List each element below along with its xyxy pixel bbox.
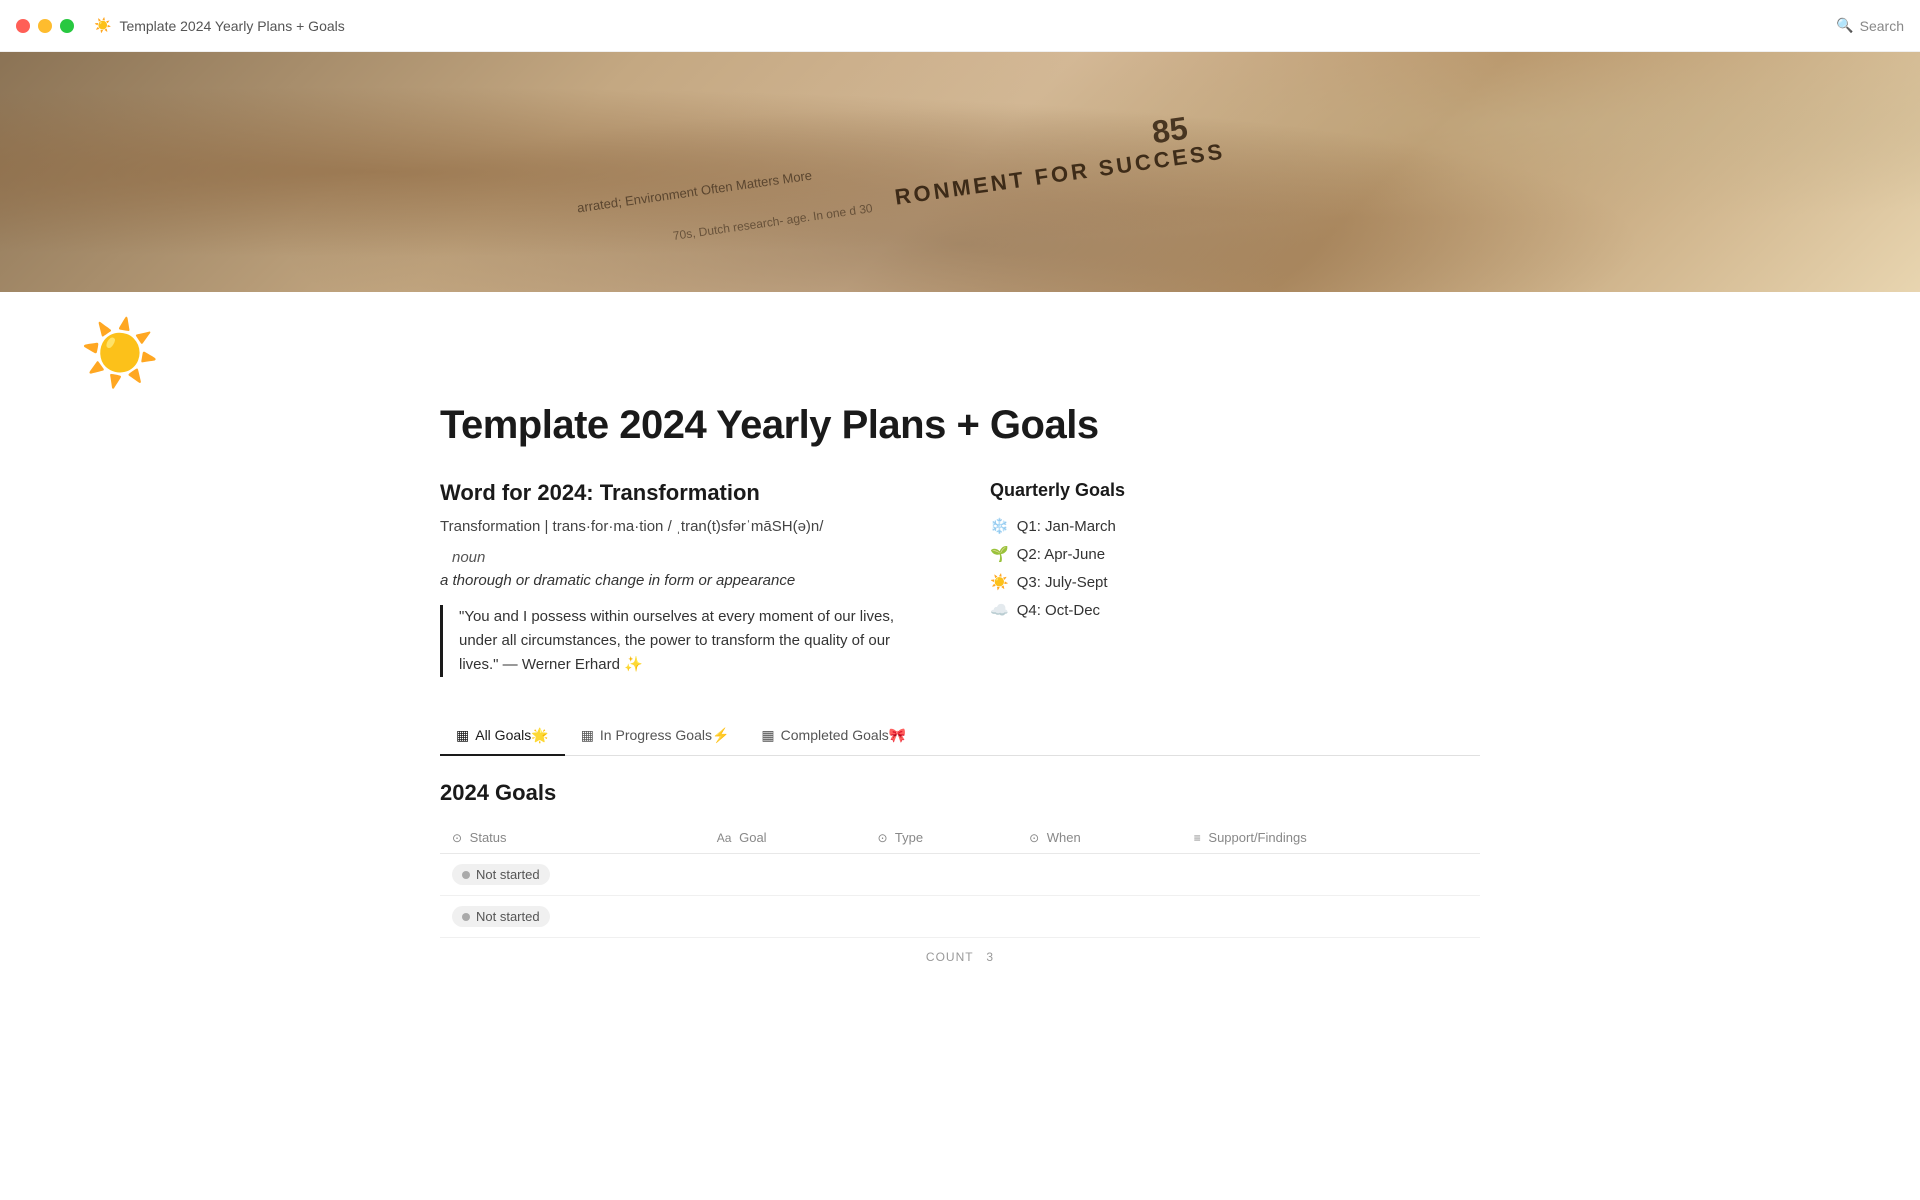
row2-status[interactable]: Not started [440, 896, 705, 938]
tabs-bar: ▦ All Goals🌟 ▦ In Progress Goals⚡ ▦ Comp… [440, 717, 1480, 756]
col-type: ⊙ Type [865, 822, 1017, 854]
quarterly-list: ❄️ Q1: Jan-March 🌱 Q2: Apr-June ☀️ Q3: J… [990, 517, 1480, 619]
table-row: Not started [440, 896, 1480, 938]
row2-when[interactable] [1017, 896, 1182, 938]
quote-block: "You and I possess within ourselves at e… [440, 605, 930, 677]
row1-support[interactable] [1182, 854, 1480, 896]
page-icon-small: ☀️ [94, 17, 111, 34]
tab-all-goals[interactable]: ▦ All Goals🌟 [440, 717, 565, 756]
word-section: Word for 2024: Transformation Transforma… [440, 480, 930, 677]
col-goal: Aa Goal [705, 822, 866, 854]
traffic-lights [16, 19, 74, 33]
word-meaning: a thorough or dramatic change in form or… [440, 572, 930, 589]
col-status: ⊙ Status [440, 822, 705, 854]
goals-section-title: 2024 Goals [440, 780, 1480, 806]
hero-number: 85 [1150, 110, 1190, 152]
status-col-icon: ⊙ [452, 831, 462, 845]
row1-status[interactable]: Not started [440, 854, 705, 896]
maximize-button[interactable] [60, 19, 74, 33]
tab-all-label: All Goals🌟 [475, 727, 548, 744]
search-label: Search [1860, 18, 1904, 34]
tab-all-icon: ▦ [456, 727, 469, 744]
when-col-icon: ⊙ [1029, 831, 1039, 845]
word-definition: Transformation | trans·for·ma·tion / ˌtr… [440, 518, 930, 535]
row2-goal[interactable] [705, 896, 866, 938]
status-badge: Not started [452, 864, 550, 885]
titlebar: ☀️ Template 2024 Yearly Plans + Goals 🔍 … [0, 0, 1920, 52]
quarterly-item-q4[interactable]: ☁️ Q4: Oct-Dec [990, 601, 1480, 619]
search-icon: 🔍 [1836, 17, 1853, 34]
q1-icon: ❄️ [990, 517, 1009, 535]
quarterly-item-q1[interactable]: ❄️ Q1: Jan-March [990, 517, 1480, 535]
support-col-icon: ≡ [1194, 831, 1201, 845]
tab-progress-icon: ▦ [581, 727, 594, 744]
count-value: 3 [986, 950, 994, 964]
breadcrumb-title: Template 2024 Yearly Plans + Goals [119, 18, 344, 34]
row1-when[interactable] [1017, 854, 1182, 896]
q4-label: Q4: Oct-Dec [1017, 602, 1100, 619]
count-label: COUNT [926, 950, 973, 964]
col-support: ≡ Support/Findings [1182, 822, 1480, 854]
table-row: Not started [440, 854, 1480, 896]
quarterly-heading: Quarterly Goals [990, 480, 1480, 501]
close-button[interactable] [16, 19, 30, 33]
minimize-button[interactable] [38, 19, 52, 33]
tab-in-progress[interactable]: ▦ In Progress Goals⚡ [565, 717, 746, 756]
status-badge: Not started [452, 906, 550, 927]
status-dot [462, 871, 470, 879]
tab-completed-icon: ▦ [761, 727, 774, 744]
main-content: Template 2024 Yearly Plans + Goals Word … [360, 403, 1560, 1044]
two-col-section: Word for 2024: Transformation Transforma… [440, 480, 1480, 677]
type-col-icon: ⊙ [877, 831, 887, 845]
quote-text: "You and I possess within ourselves at e… [459, 608, 894, 673]
word-part-of-speech: noun [440, 549, 930, 566]
tab-progress-label: In Progress Goals⚡ [600, 727, 729, 744]
status-label: Not started [476, 909, 540, 924]
page-title: Template 2024 Yearly Plans + Goals [440, 403, 1480, 448]
status-label: Not started [476, 867, 540, 882]
tab-completed[interactable]: ▦ Completed Goals🎀 [745, 717, 922, 756]
goals-table: ⊙ Status Aa Goal ⊙ Type ⊙ When ≡ Suppo [440, 822, 1480, 938]
hero-banner: RONMENT FOR SUCCESS arrated; Environment… [0, 52, 1920, 292]
col-when: ⊙ When [1017, 822, 1182, 854]
row2-support[interactable] [1182, 896, 1480, 938]
tab-completed-label: Completed Goals🎀 [781, 727, 907, 744]
row1-goal[interactable] [705, 854, 866, 896]
word-heading: Word for 2024: Transformation [440, 480, 930, 506]
quarterly-section: Quarterly Goals ❄️ Q1: Jan-March 🌱 Q2: A… [990, 480, 1480, 619]
goal-col-icon: Aa [717, 831, 732, 845]
page-title-bar: ☀️ Template 2024 Yearly Plans + Goals [94, 17, 1836, 34]
q4-icon: ☁️ [990, 601, 1009, 619]
q1-label: Q1: Jan-March [1017, 518, 1116, 535]
row2-type[interactable] [865, 896, 1017, 938]
search-bar[interactable]: 🔍 Search [1836, 17, 1904, 34]
q2-icon: 🌱 [990, 545, 1009, 563]
page-icon: ☀️ [80, 316, 1920, 391]
table-count: COUNT 3 [440, 950, 1480, 964]
q2-label: Q2: Apr-June [1017, 546, 1105, 563]
q3-label: Q3: July-Sept [1017, 574, 1108, 591]
status-dot [462, 913, 470, 921]
quarterly-item-q2[interactable]: 🌱 Q2: Apr-June [990, 545, 1480, 563]
row1-type[interactable] [865, 854, 1017, 896]
quarterly-item-q3[interactable]: ☀️ Q3: July-Sept [990, 573, 1480, 591]
table-header-row: ⊙ Status Aa Goal ⊙ Type ⊙ When ≡ Suppo [440, 822, 1480, 854]
q3-icon: ☀️ [990, 573, 1009, 591]
